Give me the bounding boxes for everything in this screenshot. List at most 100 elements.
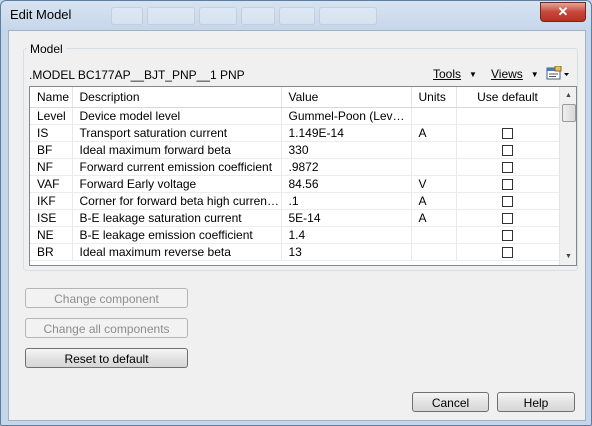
- model-group-label: Model: [27, 42, 66, 56]
- cell-units: [411, 226, 457, 244]
- cell-value[interactable]: 84.56: [281, 175, 412, 193]
- views-menu[interactable]: Views ▼: [491, 67, 539, 81]
- cell-use-default: [456, 209, 560, 227]
- scrollbar-thumb[interactable]: [562, 104, 576, 122]
- cell-use-default: [456, 175, 560, 193]
- cell-value[interactable]: .1: [281, 192, 412, 210]
- cell-value[interactable]: 13: [281, 243, 412, 261]
- cell-name: IS: [30, 124, 73, 142]
- use-default-checkbox[interactable]: [502, 162, 513, 174]
- parameters-grid: Name Description Value Units Use default…: [30, 87, 560, 261]
- cell-description: Corner for forward beta high current r..…: [72, 192, 282, 210]
- properties-dropdown-icon[interactable]: [546, 65, 572, 82]
- close-button[interactable]: ✕: [540, 2, 586, 22]
- cell-units: A: [411, 192, 457, 210]
- table-row[interactable]: IS Transport saturation current 1.149E-14 A: [30, 124, 560, 142]
- column-header-use-default[interactable]: Use default: [456, 87, 560, 108]
- table-row[interactable]: BF Ideal maximum forward beta 330: [30, 141, 560, 159]
- cell-value[interactable]: 5E-14: [281, 209, 412, 227]
- background-tab-ghost: [319, 7, 377, 25]
- tools-menu-label: Tools: [433, 67, 462, 81]
- cell-name: NF: [30, 158, 73, 176]
- cell-units: V: [411, 175, 457, 193]
- use-default-checkbox[interactable]: [502, 128, 513, 140]
- cell-description: Transport saturation current: [72, 124, 282, 142]
- model-parameters-table[interactable]: Name Description Value Units Use default…: [29, 86, 577, 266]
- table-row[interactable]: NF Forward current emission coefficient .9…: [30, 158, 560, 176]
- views-menu-label: Views: [491, 67, 523, 81]
- background-tab-ghost: [111, 7, 143, 25]
- cell-units: [411, 141, 457, 159]
- tools-menu[interactable]: Tools ▼: [433, 67, 477, 81]
- cell-value[interactable]: Gummel-Poon (Level 1): [281, 107, 412, 125]
- cell-name: NE: [30, 226, 73, 244]
- model-definition-text: .MODEL BC177AP__BJT_PNP__1 PNP: [29, 68, 245, 82]
- table-header-row: Name Description Value Units Use default: [30, 87, 560, 108]
- chevron-down-icon: ▼: [469, 70, 477, 79]
- table-row[interactable]: VAF Forward Early voltage 84.56 V: [30, 175, 560, 193]
- cell-name: IKF: [30, 192, 73, 210]
- use-default-checkbox[interactable]: [502, 145, 513, 157]
- cell-units: A: [411, 209, 457, 227]
- dialog-client-area: Model .MODEL BC177AP__BJT_PNP__1 PNP Too…: [8, 30, 586, 421]
- scroll-down-icon[interactable]: ▼: [560, 248, 576, 265]
- change-all-components-button[interactable]: Change all components: [25, 318, 188, 338]
- background-tab-ghost: [147, 7, 195, 25]
- use-default-checkbox[interactable]: [502, 213, 513, 225]
- cell-use-default: [456, 226, 560, 244]
- title-bar[interactable]: Edit Model ✕: [1, 1, 591, 29]
- cell-description: Device model level: [72, 107, 282, 125]
- chevron-down-icon: ▼: [530, 70, 539, 79]
- column-header-units[interactable]: Units: [411, 87, 457, 108]
- cell-use-default: [456, 243, 560, 261]
- cell-use-default: [456, 192, 560, 210]
- background-tab-ghost: [279, 7, 315, 25]
- cell-value[interactable]: .9872: [281, 158, 412, 176]
- cell-units: [411, 107, 457, 125]
- cell-name: BF: [30, 141, 73, 159]
- scroll-up-icon[interactable]: ▲: [560, 87, 576, 104]
- table-row[interactable]: ISE B-E leakage saturation current 5E-14 A: [30, 209, 560, 227]
- cell-description: Ideal maximum forward beta: [72, 141, 282, 159]
- cancel-button[interactable]: Cancel: [412, 392, 489, 412]
- table-row[interactable]: IKF Corner for forward beta high current …: [30, 192, 560, 210]
- cell-units: [411, 158, 457, 176]
- cell-units: [411, 243, 457, 261]
- background-tab-ghost: [199, 7, 237, 25]
- use-default-checkbox[interactable]: [502, 230, 513, 242]
- close-icon: ✕: [557, 4, 569, 19]
- cell-use-default: [456, 141, 560, 159]
- cell-use-default: [456, 124, 560, 142]
- table-row[interactable]: BR Ideal maximum reverse beta 13: [30, 243, 560, 261]
- vertical-scrollbar[interactable]: ▲ ▼: [559, 87, 576, 265]
- table-row[interactable]: NE B-E leakage emission coefficient 1.4: [30, 226, 560, 244]
- cell-description: Forward Early voltage: [72, 175, 282, 193]
- table-row[interactable]: Level Device model level Gummel-Poon (Leve…: [30, 107, 560, 125]
- edit-model-window: Edit Model ✕ Model .MODEL BC177AP__BJT_P…: [0, 0, 592, 426]
- cell-name: Level: [30, 107, 73, 125]
- cell-use-default: [456, 158, 560, 176]
- window-title: Edit Model: [10, 7, 72, 22]
- change-component-button[interactable]: Change component: [25, 288, 188, 308]
- column-header-description[interactable]: Description: [72, 87, 282, 108]
- cell-value[interactable]: 1.149E-14: [281, 124, 412, 142]
- use-default-checkbox[interactable]: [502, 247, 513, 259]
- use-default-checkbox[interactable]: [502, 196, 513, 208]
- cell-use-default: [456, 107, 560, 125]
- cell-name: ISE: [30, 209, 73, 227]
- reset-to-default-button[interactable]: Reset to default: [25, 348, 188, 368]
- cell-description: B-E leakage saturation current: [72, 209, 282, 227]
- background-tab-ghost: [241, 7, 275, 25]
- column-header-value[interactable]: Value: [281, 87, 412, 108]
- cell-name: BR: [30, 243, 73, 261]
- help-button[interactable]: Help: [497, 392, 575, 412]
- cell-units: A: [411, 124, 457, 142]
- cell-description: Forward current emission coefficient: [72, 158, 282, 176]
- properties-icon: [546, 65, 569, 80]
- cell-value[interactable]: 1.4: [281, 226, 412, 244]
- cell-description: B-E leakage emission coefficient: [72, 226, 282, 244]
- column-header-name[interactable]: Name: [30, 87, 73, 108]
- cell-name: VAF: [30, 175, 73, 193]
- cell-value[interactable]: 330: [281, 141, 412, 159]
- use-default-checkbox[interactable]: [502, 179, 513, 191]
